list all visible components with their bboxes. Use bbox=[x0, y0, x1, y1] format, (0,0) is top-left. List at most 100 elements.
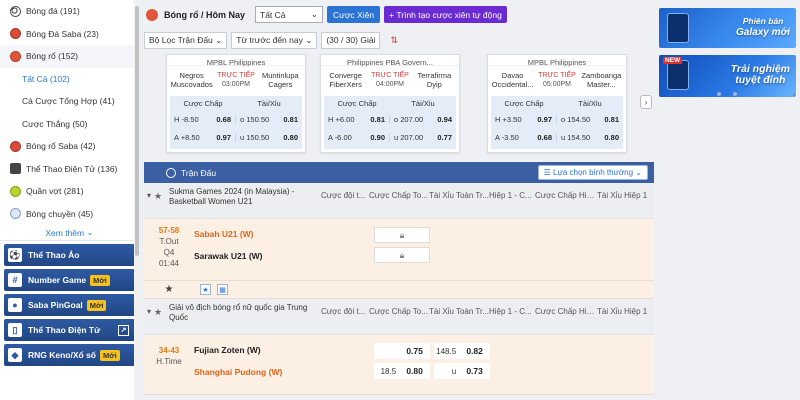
scrollbar-thumb[interactable] bbox=[135, 6, 139, 256]
carousel-dot[interactable] bbox=[717, 92, 721, 96]
odds-row: H -8.50 0.68 o 150.50 0.81 bbox=[170, 110, 302, 128]
odds-cell[interactable]: A -6.00 0.90 bbox=[324, 132, 390, 142]
sort-arrows-icon[interactable]: ⇅ bbox=[390, 35, 398, 46]
league-row[interactable]: ▾ ★ Giải vô địch bóng rổ nữ quốc gia Tru… bbox=[144, 299, 654, 335]
odds-cell[interactable]: H +6.00 0.81 bbox=[324, 114, 390, 124]
sidebar-sub-all[interactable]: Tất Cả (102) bbox=[0, 68, 139, 91]
sidebar-sub-mix-parlay[interactable]: Cá Cược Tổng Hợp (41) bbox=[0, 90, 139, 113]
match-teams: Fujian Zoten (W) Shanghai Pudong (W) bbox=[194, 335, 324, 394]
sidebar-item-tennis[interactable]: Quần vợt (281) bbox=[0, 180, 139, 203]
odds-row: A -3.50 0.68 u 154.50 0.80 bbox=[491, 128, 623, 146]
line-value: +3.50 bbox=[502, 114, 522, 124]
sidebar-block-label: Number Game bbox=[28, 275, 87, 285]
odds-cell[interactable]: A -3.50 0.68 bbox=[491, 132, 557, 142]
sidebar-item-label: Bóng chuyền bbox=[26, 208, 76, 219]
status-text: 01:44 bbox=[158, 259, 180, 268]
league-row[interactable]: ▾ ★ Sukma Games 2024 (in Malaysia) - Bas… bbox=[144, 183, 654, 219]
featured-card[interactable]: Philippines PBA Govern... Converge Fiber… bbox=[320, 54, 460, 153]
total-side: u bbox=[434, 363, 460, 379]
caret-down-icon[interactable]: ▾ bbox=[144, 299, 154, 316]
list-icon: ☰ bbox=[543, 168, 554, 177]
sidebar-item-esports[interactable]: Thể Thao Điện Tử (136) bbox=[0, 158, 139, 181]
sidebar-item-soccer-saba[interactable]: Bóng Đá Saba (23) bbox=[0, 23, 139, 46]
column-header: Cược Chấp To... bbox=[369, 307, 428, 316]
sidebar-item-count: (45) bbox=[78, 208, 94, 219]
card-teams: Negros Muscovados TRỰC TIẾP 03:00PM Munt… bbox=[167, 66, 305, 94]
chevron-down-icon: ⌄ bbox=[212, 34, 223, 45]
show-more-button[interactable]: Xem thêm ⌄ bbox=[0, 225, 139, 241]
card-odds: Cược Chấp Tài/Xỉu H +6.00 0.81 o 207.00 0.… bbox=[324, 96, 456, 149]
sidebar-item-soccer[interactable]: Bóng đá (191) bbox=[0, 0, 139, 23]
promo-banner-galaxy[interactable]: Phiên bản Galaxy mới bbox=[659, 8, 796, 48]
odds-view-select[interactable]: ☰ Lựa chọn bình thường ⌄ bbox=[537, 165, 648, 180]
odds-cell[interactable]: u 150.50 0.80 bbox=[236, 133, 302, 142]
sidebar-block-rng-keno[interactable]: ◆ RNG Keno/Xổ số Mới bbox=[4, 344, 135, 366]
sidebar-block-label: Thể Thao Điện Tử bbox=[28, 325, 101, 335]
market-select-value: Tất Cả bbox=[260, 9, 286, 20]
banner-line2: Galaxy mới bbox=[736, 27, 790, 38]
basketball-icon bbox=[146, 8, 158, 21]
external-link-icon: ↗ bbox=[118, 324, 129, 336]
odds-button[interactable]: 148.5 0.82 bbox=[434, 343, 490, 359]
sidebar-scrollbar[interactable] bbox=[134, 0, 140, 400]
sidebar-item-count: (23) bbox=[83, 28, 99, 39]
favorite-icon[interactable]: ★ bbox=[200, 284, 211, 295]
price: 0.68 bbox=[537, 132, 552, 142]
status-text: T.Out bbox=[159, 237, 179, 246]
filter-bar: Bộ Lọc Trận Đấu ⌄ Từ trước đến nay ⌄ (30… bbox=[144, 29, 654, 51]
chevron-down-icon: ⌄ bbox=[302, 34, 313, 45]
chevron-right-icon[interactable]: › bbox=[640, 95, 652, 109]
stats-icon[interactable]: ▦ bbox=[217, 284, 228, 295]
odds-cell[interactable]: u 207.00 0.77 bbox=[390, 133, 456, 142]
time-sort-button[interactable]: Từ trước đến nay ⌄ bbox=[231, 31, 318, 49]
odds-cell[interactable]: o 150.50 0.81 bbox=[236, 115, 302, 124]
side-label: A bbox=[328, 132, 333, 142]
odds-cell[interactable]: o 207.00 0.94 bbox=[390, 115, 456, 124]
parlay-button[interactable]: Cược Xiên bbox=[327, 6, 381, 23]
odds-cell[interactable]: A +8.50 0.97 bbox=[170, 132, 236, 142]
odds-cell[interactable]: u 154.50 0.80 bbox=[557, 133, 623, 142]
auto-parlay-button[interactable]: + Trình tạo cược xiên tự động bbox=[384, 6, 507, 23]
league-filter-button[interactable]: Bộ Lọc Trận Đấu ⌄ bbox=[144, 31, 228, 49]
odds-cell[interactable]: H -8.50 0.68 bbox=[170, 114, 236, 124]
sidebar-item-basketball[interactable]: Bóng rổ (152) bbox=[0, 45, 139, 68]
sidebar-block-number-game[interactable]: # Number Game Mới bbox=[4, 269, 135, 291]
new-badge: Mới bbox=[90, 274, 110, 286]
odds-button[interactable]: 0.75 bbox=[374, 343, 430, 359]
odds-view-label: Lựa chọn bình thường bbox=[553, 168, 634, 177]
odds-row: A +8.50 0.97 u 150.50 0.80 bbox=[170, 128, 302, 146]
featured-card[interactable]: MPBL Philippines Negros Muscovados TRỰC … bbox=[166, 54, 306, 153]
sidebar-item-label: Bóng đá bbox=[26, 6, 58, 17]
carousel-dot[interactable] bbox=[733, 92, 737, 96]
match-teams: Sabah U21 (W) Sarawak U21 (W) bbox=[194, 219, 324, 280]
sidebar-sub-outright[interactable]: Cược Thắng (50) bbox=[0, 113, 139, 136]
sidebar-item-basketball-saba[interactable]: Bóng rổ Saba (42) bbox=[0, 135, 139, 158]
odds-cell[interactable]: H +3.50 0.97 bbox=[491, 114, 557, 124]
sidebar: Bóng đá (191) Bóng Đá Saba (23) Bóng rổ … bbox=[0, 0, 140, 400]
sidebar-item-count: (42) bbox=[80, 141, 96, 152]
odds-column bbox=[324, 219, 374, 280]
star-icon[interactable]: ★ bbox=[154, 299, 166, 318]
star-icon[interactable]: ★ bbox=[154, 183, 166, 202]
line-value: 150.50 bbox=[246, 114, 270, 124]
banner-line2: tuyệt đỉnh bbox=[735, 74, 786, 86]
star-icon[interactable]: ★ bbox=[144, 284, 194, 295]
carousel-dot-active[interactable] bbox=[725, 92, 729, 96]
market-select[interactable]: Tất Cả ⌄ bbox=[255, 6, 324, 23]
sidebar-item-volleyball[interactable]: Bóng chuyền (45) bbox=[0, 203, 139, 226]
chevron-right-icon[interactable]: › bbox=[793, 90, 796, 99]
side-label: A bbox=[495, 132, 500, 142]
sidebar-block-saba-pingoal[interactable]: ● Saba PinGoal Mới bbox=[4, 294, 135, 316]
side-label: H bbox=[174, 114, 180, 124]
soccer-saba-icon bbox=[10, 28, 21, 40]
caret-down-icon[interactable]: ▾ bbox=[144, 183, 154, 200]
odds-button[interactable]: 18.5 0.80 bbox=[374, 363, 430, 379]
featured-card[interactable]: MPBL Philippines Davao Occidental... TRỰ… bbox=[487, 54, 627, 153]
league-name: Sukma Games 2024 (in Malaysia) - Basketb… bbox=[169, 187, 295, 206]
promo-banner-experience[interactable]: NEW Trải nghiệm tuyệt đỉnh bbox=[659, 55, 796, 97]
price: 0.82 bbox=[459, 343, 490, 359]
odds-cell[interactable]: o 154.50 0.81 bbox=[557, 115, 623, 124]
sidebar-block-virtual-sports[interactable]: ⚽ Thể Thao Ảo bbox=[4, 244, 135, 266]
odds-button[interactable]: u 0.73 bbox=[434, 363, 490, 379]
sidebar-block-esports[interactable]: ▯ Thể Thao Điện Tử ↗ bbox=[4, 319, 135, 341]
